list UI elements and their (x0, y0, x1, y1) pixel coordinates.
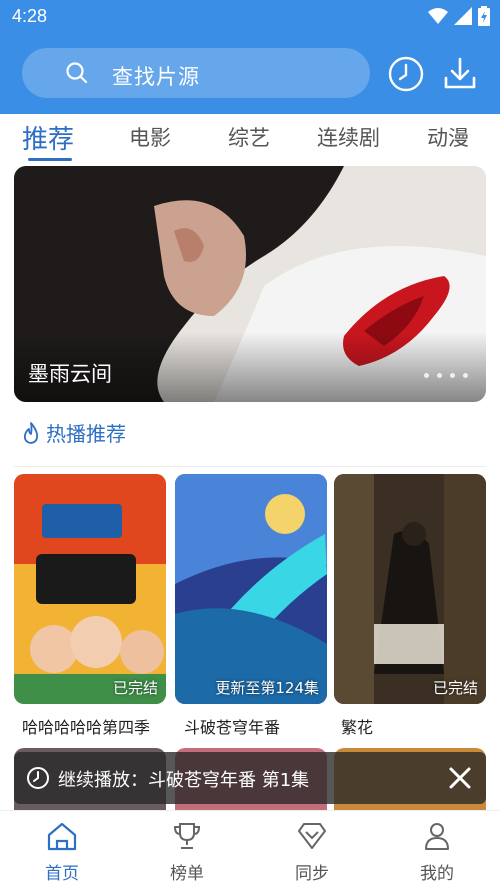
tab-recommend[interactable]: 推荐 (22, 119, 74, 156)
trophy-icon (173, 823, 201, 849)
section-title: 热播推荐 (46, 422, 126, 446)
poster-image (175, 474, 327, 704)
close-icon[interactable] (446, 764, 474, 792)
poster-image (14, 474, 166, 704)
card-title[interactable]: 斗破苍穹年番 (184, 714, 280, 738)
video-card[interactable]: 更新至第124集 (175, 474, 327, 704)
card-badge: 已完结 (432, 679, 478, 697)
history-icon[interactable] (386, 54, 426, 94)
card-title[interactable]: 哈哈哈哈哈第四季 (22, 714, 150, 738)
pager-dot (463, 373, 468, 378)
poster-image (334, 474, 486, 704)
status-icons (428, 6, 490, 26)
video-card[interactable]: 已完结 (14, 474, 166, 704)
search-icon (66, 62, 88, 84)
category-tabs: 推荐 电影 综艺 连续剧 动漫 (0, 114, 500, 164)
pager-dot (424, 373, 429, 378)
tab-series[interactable]: 连续剧 (317, 122, 380, 152)
wifi-icon (428, 8, 448, 24)
heart-shield-icon (298, 823, 326, 849)
home-icon (47, 822, 77, 851)
divider (14, 466, 486, 467)
search-bar[interactable]: 查找片源 (22, 48, 370, 98)
nav-sync[interactable]: 同步 (272, 821, 352, 884)
clock-icon (27, 767, 49, 789)
tab-indicator (28, 158, 72, 161)
tab-variety[interactable]: 综艺 (228, 122, 270, 152)
nav-label: 首页 (45, 864, 79, 884)
search-input[interactable]: 查找片源 (112, 61, 200, 91)
nav-rankings[interactable]: 榜单 (147, 821, 227, 884)
status-time: 4:28 (12, 6, 48, 26)
bottom-nav: 首页 榜单 同步 我的 (0, 810, 500, 889)
banner-pager (424, 373, 468, 378)
tab-movies[interactable]: 电影 (129, 122, 171, 152)
featured-banner[interactable]: 墨雨云间 (14, 166, 486, 402)
banner-title: 墨雨云间 (28, 362, 112, 386)
pager-dot (437, 373, 442, 378)
continue-playing-bar[interactable]: 继续播放：斗破苍穹年番 第1集 (14, 752, 486, 804)
nav-label: 我的 (420, 864, 454, 884)
nav-label: 榜单 (170, 864, 204, 884)
flame-icon (23, 421, 39, 444)
nav-home[interactable]: 首页 (22, 821, 102, 884)
nav-profile[interactable]: 我的 (397, 821, 477, 884)
card-badge: 更新至第124集 (215, 679, 319, 697)
signal-icon (454, 7, 472, 25)
tab-anime[interactable]: 动漫 (427, 122, 469, 152)
card-title[interactable]: 繁花 (341, 714, 373, 738)
pager-dot (450, 373, 455, 378)
section-header: 热播推荐 (22, 418, 126, 447)
status-bar: 4:28 (0, 0, 500, 34)
card-badge: 已完结 (112, 679, 158, 697)
continue-playing-text: 继续播放：斗破苍穹年番 第1集 (58, 770, 310, 791)
header: 查找片源 (0, 34, 500, 114)
video-card[interactable]: 已完结 (334, 474, 486, 704)
user-icon (425, 823, 449, 850)
download-icon[interactable] (440, 54, 480, 94)
battery-icon (478, 6, 490, 26)
nav-label: 同步 (295, 864, 329, 884)
